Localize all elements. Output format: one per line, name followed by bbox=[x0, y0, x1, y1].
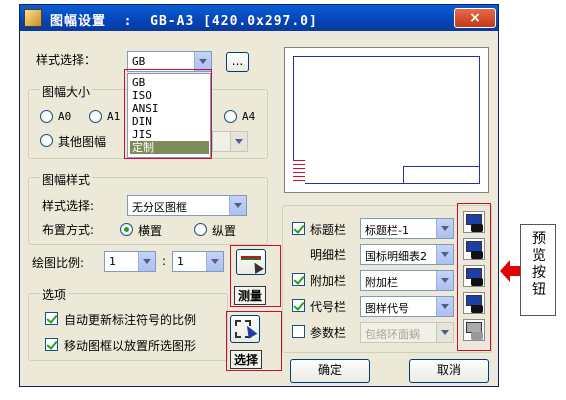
ok-button[interactable]: 确定 bbox=[290, 359, 370, 383]
radio-portrait[interactable] bbox=[194, 223, 207, 236]
style-select-value: GB bbox=[132, 55, 146, 68]
radio-a4-label: A4 bbox=[242, 110, 256, 123]
param-bar-preview-button bbox=[463, 319, 485, 341]
frame-style-title: 图幅样式 bbox=[40, 171, 93, 188]
preview-frame-border bbox=[293, 56, 480, 184]
measure-callout: 测量 bbox=[234, 286, 267, 305]
radio-a0-label: A0 bbox=[58, 110, 72, 123]
title-bar[interactable]: 图幅设置 : GB-A3 [420.0x297.0] × bbox=[20, 5, 498, 31]
scale-right-combo[interactable]: 1 bbox=[172, 251, 224, 272]
chevron-down-icon[interactable] bbox=[229, 196, 246, 215]
chevron-down-icon[interactable] bbox=[436, 271, 453, 290]
param-bar-combo: 包络环面蜗 bbox=[360, 322, 454, 343]
frame-select-combo[interactable]: 无分区图框 bbox=[127, 195, 247, 216]
frame-select-value: 无分区图框 bbox=[132, 201, 187, 214]
cancel-button[interactable]: 取消 bbox=[409, 359, 489, 383]
detail-bar-preview-button[interactable] bbox=[463, 238, 485, 260]
size-group-title: 图幅大小 bbox=[40, 83, 93, 100]
chevron-down-icon[interactable] bbox=[206, 252, 223, 271]
close-button[interactable]: × bbox=[454, 8, 496, 28]
select-callout: 选择 bbox=[230, 350, 263, 369]
code-bar-label: 代号栏 bbox=[310, 300, 347, 314]
radio-other[interactable] bbox=[40, 134, 53, 147]
radio-a1-label: A1 bbox=[107, 110, 121, 123]
title-bar-preview-button[interactable] bbox=[463, 211, 485, 233]
scale-left-combo[interactable]: 1 bbox=[104, 251, 156, 272]
other-size-combo bbox=[212, 131, 248, 152]
chevron-down-icon[interactable] bbox=[436, 245, 453, 264]
code-bar-value: 图样代号 bbox=[365, 302, 409, 315]
param-bar-label: 参数栏 bbox=[310, 326, 347, 340]
measure-button[interactable] bbox=[236, 249, 266, 275]
chevron-down-icon[interactable] bbox=[436, 219, 453, 238]
title-bar-combo[interactable]: 标题栏-1 bbox=[360, 218, 454, 239]
preview-note-box: 预览按钮 bbox=[520, 224, 556, 316]
style-select-label: 样式选择： bbox=[36, 53, 97, 67]
extra-bar-preview-button[interactable] bbox=[463, 265, 485, 287]
code-bar-combo[interactable]: 图样代号 bbox=[360, 296, 454, 317]
radio-other-label: 其他图幅 bbox=[58, 135, 107, 149]
radio-landscape[interactable] bbox=[120, 223, 133, 236]
more-button[interactable]: ... bbox=[226, 52, 249, 72]
red-arrow-icon bbox=[500, 260, 520, 282]
detail-bar-value: 国标明细表2 bbox=[365, 250, 427, 263]
auto-update-label: 自动更新标注符号的比例 bbox=[64, 313, 197, 327]
preview-code-block bbox=[293, 160, 305, 184]
scale-separator: : bbox=[162, 254, 167, 268]
detail-bar-label: 明细栏 bbox=[310, 248, 347, 262]
move-frame-checkbox[interactable] bbox=[45, 338, 58, 351]
detail-bar-combo[interactable]: 国标明细表2 bbox=[360, 244, 454, 265]
title-bar-label: 标题栏 bbox=[310, 223, 347, 237]
options-group-title: 选项 bbox=[40, 286, 69, 303]
param-bar-value: 包络环面蜗 bbox=[365, 328, 420, 341]
extra-bar-checkbox[interactable] bbox=[292, 273, 305, 286]
chevron-down-icon[interactable] bbox=[436, 297, 453, 316]
dialog-title: 图幅设置 : GB-A3 [420.0x297.0] bbox=[50, 14, 318, 29]
extra-bar-combo[interactable]: 附加栏 bbox=[360, 270, 454, 291]
preview-note-text: 预览按钮 bbox=[532, 231, 546, 298]
extra-bar-label: 附加栏 bbox=[310, 274, 347, 288]
param-bar-checkbox[interactable] bbox=[292, 325, 305, 338]
radio-portrait-label: 纵置 bbox=[212, 224, 237, 238]
title-bar-value: 标题栏-1 bbox=[365, 224, 409, 237]
binoculars-icon bbox=[471, 305, 483, 313]
scale-right-value: 1 bbox=[177, 255, 184, 268]
frame-preview bbox=[284, 47, 489, 193]
scale-left-value: 1 bbox=[109, 255, 116, 268]
select-button[interactable] bbox=[230, 315, 260, 343]
cursor-icon bbox=[250, 260, 264, 274]
extra-bar-value: 附加栏 bbox=[365, 276, 398, 289]
chevron-down-icon bbox=[436, 323, 453, 342]
binoculars-icon bbox=[471, 224, 483, 232]
radio-a0[interactable] bbox=[40, 110, 53, 123]
auto-update-checkbox[interactable] bbox=[45, 312, 58, 325]
dropdown-highlight-box bbox=[124, 69, 212, 159]
move-frame-label: 移动图框以放置所选图形 bbox=[64, 339, 197, 353]
code-bar-checkbox[interactable] bbox=[292, 299, 305, 312]
frame-select-label: 样式选择: bbox=[42, 199, 95, 213]
code-bar-preview-button[interactable] bbox=[463, 292, 485, 314]
layout-label: 布置方式: bbox=[42, 223, 95, 237]
radio-a4[interactable] bbox=[224, 110, 237, 123]
binoculars-icon bbox=[471, 278, 483, 286]
chevron-down-icon bbox=[230, 132, 247, 151]
page-setup-dialog: 图幅设置 : GB-A3 [420.0x297.0] × 样式选择： GB ..… bbox=[19, 4, 499, 387]
chevron-down-icon[interactable] bbox=[138, 252, 155, 271]
title-bar-checkbox[interactable] bbox=[292, 222, 305, 235]
scale-label: 绘图比例: bbox=[32, 256, 85, 270]
radio-a1[interactable] bbox=[89, 110, 102, 123]
binoculars-icon bbox=[471, 332, 483, 340]
preview-title-block bbox=[403, 166, 480, 184]
radio-landscape-label: 横置 bbox=[138, 224, 163, 238]
app-icon bbox=[24, 9, 42, 27]
binoculars-icon bbox=[471, 251, 483, 259]
